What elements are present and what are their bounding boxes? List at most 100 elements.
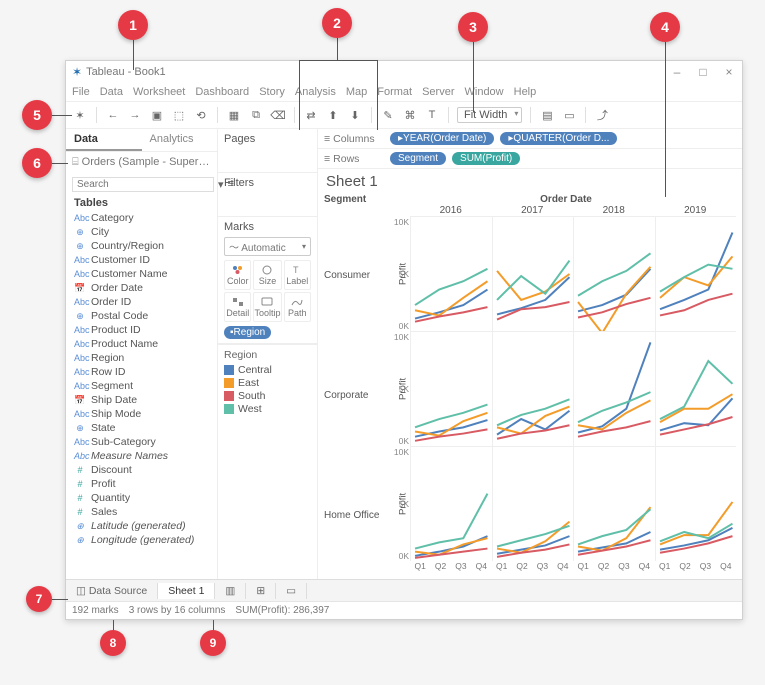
- legend-item-south[interactable]: South: [224, 390, 311, 402]
- menu-help[interactable]: Help: [514, 86, 537, 98]
- tab-analytics[interactable]: Analytics: [142, 129, 218, 151]
- tab-datasource[interactable]: ◫ Data Source: [66, 583, 158, 599]
- visualization[interactable]: Segment Order Date 2016 2017 2018 2019: [318, 194, 742, 579]
- new-worksheet-icon[interactable]: ▦: [226, 107, 242, 123]
- tableau-icon[interactable]: ✶: [72, 107, 88, 123]
- new-datasource-icon[interactable]: ⬚: [171, 107, 187, 123]
- new-worksheet-button[interactable]: ▥: [215, 583, 246, 599]
- chart-cell[interactable]: [573, 446, 655, 561]
- show-me-icon[interactable]: ▤: [539, 107, 555, 123]
- save-icon[interactable]: ▣: [149, 107, 165, 123]
- chart-cell[interactable]: [492, 216, 574, 331]
- sort-desc-icon[interactable]: ⬇: [347, 107, 363, 123]
- field-discount[interactable]: #Discount: [66, 463, 217, 477]
- field-order-date[interactable]: 📅Order Date: [66, 281, 217, 295]
- group-icon[interactable]: ⌘: [402, 107, 418, 123]
- rows-shelf[interactable]: ≡Rows Segment SUM(Profit): [318, 149, 742, 169]
- marks-detail[interactable]: Detail: [224, 292, 251, 322]
- field-customer-name[interactable]: AbcCustomer Name: [66, 267, 217, 281]
- marks-color[interactable]: Color: [224, 260, 251, 290]
- new-dashboard-button[interactable]: ⊞: [246, 583, 276, 599]
- field-row-id[interactable]: AbcRow ID: [66, 365, 217, 379]
- chart-cell[interactable]: [655, 331, 737, 446]
- marks-label[interactable]: TLabel: [284, 260, 312, 290]
- field-order-id[interactable]: AbcOrder ID: [66, 295, 217, 309]
- menu-story[interactable]: Story: [259, 86, 285, 98]
- marks-tooltip[interactable]: Tooltip: [253, 292, 281, 322]
- menu-dashboard[interactable]: Dashboard: [195, 86, 249, 98]
- chart-cell[interactable]: [492, 446, 574, 561]
- share-icon[interactable]: ⤴: [594, 107, 610, 123]
- refresh-icon[interactable]: ⟲: [193, 107, 209, 123]
- field-state[interactable]: ⊕State: [66, 421, 217, 435]
- marks-size[interactable]: Size: [253, 260, 281, 290]
- menu-data[interactable]: Data: [100, 86, 123, 98]
- field-city[interactable]: ⊕City: [66, 225, 217, 239]
- field-sub-category[interactable]: AbcSub-Category: [66, 435, 217, 449]
- chart-cell[interactable]: [573, 331, 655, 446]
- field-segment[interactable]: AbcSegment: [66, 379, 217, 393]
- chart-cell[interactable]: 10K5K0K: [410, 216, 492, 331]
- maximize-button[interactable]: □: [696, 65, 710, 79]
- marks-color-pill-region[interactable]: ▪ Region: [224, 326, 271, 339]
- field-product-id[interactable]: AbcProduct ID: [66, 323, 217, 337]
- chart-cell[interactable]: [573, 216, 655, 331]
- undo-icon[interactable]: ←: [105, 107, 121, 123]
- tab-sheet1[interactable]: Sheet 1: [158, 583, 215, 599]
- field-country-region[interactable]: ⊕Country/Region: [66, 239, 217, 253]
- columns-shelf[interactable]: ≡Columns ▸ YEAR(Order Date) ▸ QUARTER(Or…: [318, 129, 742, 149]
- chart-cell[interactable]: [655, 216, 737, 331]
- pill-segment[interactable]: Segment: [390, 152, 446, 165]
- fit-selector[interactable]: Fit Width: [457, 107, 522, 123]
- duplicate-icon[interactable]: ⧉: [248, 107, 264, 123]
- legend-item-west[interactable]: West: [224, 403, 311, 415]
- redo-icon[interactable]: →: [127, 107, 143, 123]
- chart-cell[interactable]: 10K5K0K: [410, 446, 492, 561]
- field-category[interactable]: AbcCategory: [66, 211, 217, 225]
- menu-map[interactable]: Map: [346, 86, 367, 98]
- close-button[interactable]: ×: [722, 65, 736, 79]
- menu-worksheet[interactable]: Worksheet: [133, 86, 185, 98]
- presentation-icon[interactable]: ▭: [561, 107, 577, 123]
- sort-asc-icon[interactable]: ⬆: [325, 107, 341, 123]
- field-ship-mode[interactable]: AbcShip Mode: [66, 407, 217, 421]
- field-measure-names[interactable]: AbcMeasure Names: [66, 449, 217, 463]
- menu-file[interactable]: File: [72, 86, 90, 98]
- new-story-button[interactable]: ▭: [276, 583, 307, 599]
- field-customer-id[interactable]: AbcCustomer ID: [66, 253, 217, 267]
- chart-cell[interactable]: [492, 331, 574, 446]
- sheet-title[interactable]: Sheet 1: [318, 169, 742, 194]
- pill-sum-profit[interactable]: SUM(Profit): [452, 152, 520, 165]
- field-quantity[interactable]: #Quantity: [66, 491, 217, 505]
- marks-path[interactable]: Path: [284, 292, 312, 322]
- filters-shelf[interactable]: Filters: [224, 177, 311, 189]
- field-region[interactable]: AbcRegion: [66, 351, 217, 365]
- mark-type-selector[interactable]: ～ Automatic▾: [224, 237, 311, 256]
- pill-quarter-orderdate[interactable]: ▸ QUARTER(Order D...: [500, 132, 617, 145]
- legend-item-central[interactable]: Central: [224, 364, 311, 376]
- menu-analysis[interactable]: Analysis: [295, 86, 336, 98]
- field-longitude-generated-[interactable]: ⊕Longitude (generated): [66, 533, 217, 547]
- datasource-name[interactable]: ⌸ Orders (Sample - Superst...: [66, 152, 217, 173]
- label-icon[interactable]: T: [424, 107, 440, 123]
- minimize-button[interactable]: –: [670, 65, 684, 79]
- field-product-name[interactable]: AbcProduct Name: [66, 337, 217, 351]
- tab-data[interactable]: Data: [66, 129, 142, 151]
- menu-server[interactable]: Server: [422, 86, 454, 98]
- field-postal-code[interactable]: ⊕Postal Code: [66, 309, 217, 323]
- chart-cell[interactable]: [655, 446, 737, 561]
- field-ship-date[interactable]: 📅Ship Date: [66, 393, 217, 407]
- field-profit[interactable]: #Profit: [66, 477, 217, 491]
- menu-format[interactable]: Format: [377, 86, 412, 98]
- chart-cell[interactable]: 10K5K0K: [410, 331, 492, 446]
- swap-icon[interactable]: ⇄: [303, 107, 319, 123]
- pill-year-orderdate[interactable]: ▸ YEAR(Order Date): [390, 132, 494, 145]
- search-input[interactable]: [72, 177, 214, 192]
- field-sales[interactable]: #Sales: [66, 505, 217, 519]
- highlight-icon[interactable]: ✎: [380, 107, 396, 123]
- clear-icon[interactable]: ⌫: [270, 107, 286, 123]
- field-latitude-generated-[interactable]: ⊕Latitude (generated): [66, 519, 217, 533]
- legend-item-east[interactable]: East: [224, 377, 311, 389]
- pages-shelf[interactable]: Pages: [224, 133, 311, 145]
- menu-window[interactable]: Window: [465, 86, 504, 98]
